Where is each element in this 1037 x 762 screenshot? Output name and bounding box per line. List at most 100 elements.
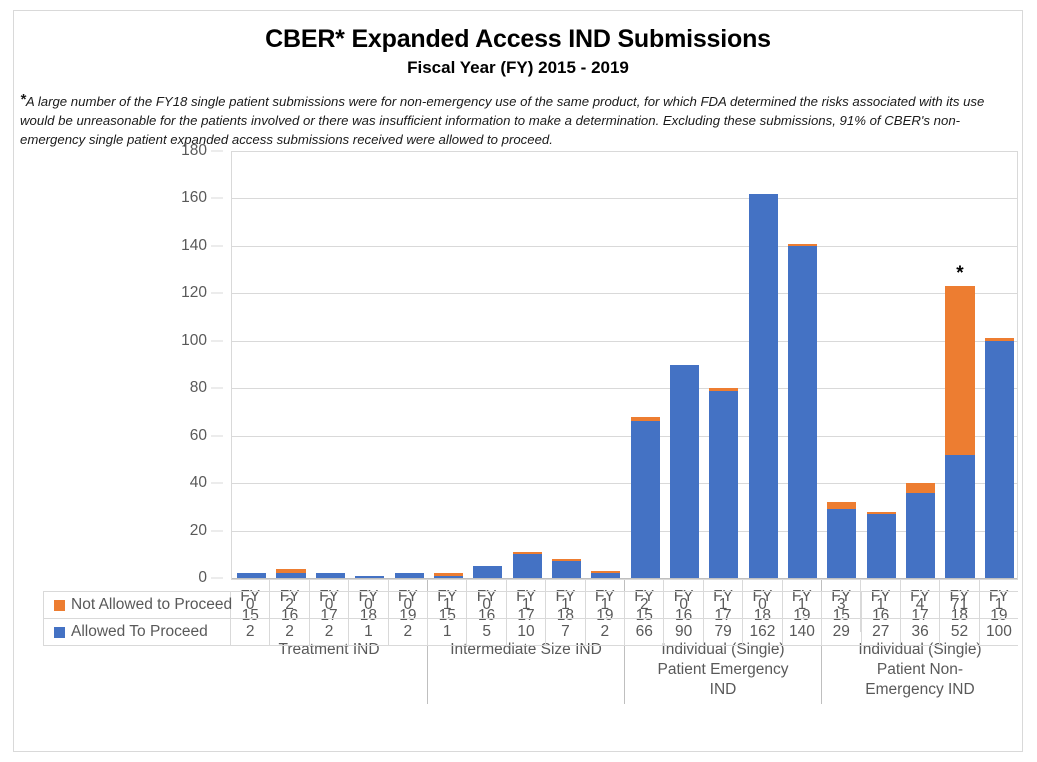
bar-segment-allowed[interactable] bbox=[315, 573, 345, 578]
table-cell: 2 bbox=[310, 619, 350, 645]
y-axis-tick-label: 0 bbox=[198, 569, 207, 586]
bar-segment-allowed[interactable] bbox=[394, 573, 424, 578]
table-cell: 1 bbox=[994, 596, 1004, 613]
bar-segment-allowed[interactable] bbox=[709, 390, 739, 578]
chart-title: CBER* Expanded Access IND Submissions bbox=[265, 25, 771, 53]
table-cell: 1 bbox=[428, 619, 468, 645]
table-cell: 2 bbox=[231, 619, 271, 645]
stacked-bar[interactable] bbox=[355, 575, 385, 578]
stacked-bar[interactable] bbox=[551, 559, 582, 578]
bar-segment-allowed[interactable] bbox=[945, 454, 975, 578]
table-cell: 0 bbox=[349, 592, 389, 618]
legend-entry[interactable]: Allowed To Proceed bbox=[43, 619, 231, 645]
y-axis-tick-label: 60 bbox=[189, 426, 207, 444]
table-cell: 0 bbox=[389, 592, 429, 618]
stacked-bar[interactable] bbox=[315, 573, 345, 578]
bar-segment-allowed[interactable] bbox=[473, 566, 503, 578]
y-axis: 0 20 40 60 80 100 120 140 160 180 bbox=[14, 142, 231, 586]
legend-label: Not Allowed to Proceed bbox=[71, 596, 233, 613]
table-cell: 79 bbox=[704, 619, 744, 645]
y-axis-tick-mark bbox=[211, 197, 223, 199]
stacked-bar[interactable] bbox=[512, 551, 542, 578]
table-row: Allowed To Proceed 2 2 2 1 2 1 5 10 7 2 66 90 79 162 14… bbox=[43, 619, 1018, 646]
y-axis-tick-label: 20 bbox=[189, 521, 207, 539]
table-cell: 140 bbox=[783, 619, 823, 645]
stacked-bar[interactable] bbox=[866, 511, 896, 578]
title-block: CBER* Expanded Access IND Submissions Fi… bbox=[14, 25, 1022, 77]
bar-segment-not-allowed[interactable] bbox=[945, 286, 975, 455]
bar-segment-allowed[interactable] bbox=[827, 509, 857, 578]
stacked-bar[interactable] bbox=[433, 573, 463, 578]
y-axis-tick-label: 140 bbox=[181, 236, 207, 254]
chart-container: CBER* Expanded Access IND Submissions Fi… bbox=[13, 10, 1023, 752]
stacked-bar[interactable] bbox=[788, 243, 818, 578]
stacked-bar[interactable] bbox=[709, 388, 739, 578]
bar-segment-not-allowed[interactable] bbox=[827, 502, 857, 510]
y-axis-tick-label: 180 bbox=[181, 142, 207, 159]
table-cell: 71 bbox=[940, 592, 980, 618]
bar-segment-allowed[interactable] bbox=[276, 573, 306, 578]
stacked-bar[interactable] bbox=[945, 286, 975, 578]
table-cell: 1 bbox=[783, 592, 823, 618]
bar-segment-allowed[interactable] bbox=[551, 561, 582, 578]
bar-segment-allowed[interactable] bbox=[866, 513, 896, 578]
category-group-label-text: Individual (Single) Patient Non-Emergenc… bbox=[858, 641, 982, 698]
y-axis-tick-mark bbox=[211, 292, 223, 294]
stacked-bar[interactable] bbox=[748, 193, 778, 578]
bar-segment-allowed[interactable] bbox=[906, 492, 936, 578]
bar-segment-allowed[interactable] bbox=[433, 575, 463, 578]
table-cell: 36 bbox=[901, 619, 941, 645]
bar-segment-allowed[interactable] bbox=[355, 575, 385, 578]
bars-layer: * bbox=[232, 151, 1017, 579]
stacked-bar[interactable] bbox=[669, 364, 700, 578]
stacked-bar[interactable] bbox=[473, 566, 503, 578]
table-cell: 0 bbox=[231, 592, 271, 618]
table-cell: 1 bbox=[586, 592, 626, 618]
footnote-text: A large number of the FY18 single patien… bbox=[20, 94, 985, 148]
stacked-bar[interactable] bbox=[394, 573, 424, 578]
stacked-bar[interactable] bbox=[906, 483, 936, 578]
bar-segment-allowed[interactable] bbox=[788, 245, 818, 578]
table-cell: 0 bbox=[310, 592, 350, 618]
table-value-cells: 0 2 0 0 0 1 0 1 1 1 2 0 1 0 1 3 1 4 71 1 bbox=[231, 592, 1018, 618]
stacked-bar[interactable] bbox=[276, 568, 306, 578]
table-cell: 66 bbox=[625, 619, 665, 645]
table-cell: 0 bbox=[664, 592, 704, 618]
legend-color-swatch-icon bbox=[54, 599, 65, 611]
bar-segment-allowed[interactable] bbox=[984, 340, 1014, 578]
bar-segment-not-allowed[interactable] bbox=[906, 483, 936, 493]
table-cell: 1 bbox=[349, 619, 389, 645]
stacked-bar[interactable] bbox=[827, 502, 857, 578]
bar-segment-allowed[interactable] bbox=[669, 364, 700, 578]
legend-entry[interactable]: Not Allowed to Proceed bbox=[43, 592, 233, 618]
legend-label: Allowed To Proceed bbox=[71, 623, 208, 640]
table-cell: 1 bbox=[428, 592, 468, 618]
bar-segment-allowed[interactable] bbox=[748, 193, 778, 578]
stacked-bar[interactable] bbox=[984, 338, 1014, 578]
table-cell: 3 bbox=[822, 592, 862, 618]
table-cell: 29 bbox=[822, 619, 862, 645]
bar-annotation-asterisk: * bbox=[956, 263, 964, 285]
table-cell: 100 bbox=[985, 623, 1012, 640]
bar-segment-allowed[interactable] bbox=[237, 573, 267, 578]
table-cell: 5 bbox=[467, 619, 507, 645]
table-cell: 1 bbox=[862, 592, 901, 618]
table-cell: 2 bbox=[270, 592, 310, 618]
y-axis-tick-label: 40 bbox=[189, 474, 207, 492]
y-axis-tick-mark bbox=[211, 530, 223, 532]
table-cell: 2 bbox=[586, 619, 626, 645]
stacked-bar[interactable] bbox=[630, 416, 660, 578]
table-cell: 90 bbox=[664, 619, 704, 645]
y-axis-tick-mark bbox=[211, 245, 223, 247]
bar-segment-allowed[interactable] bbox=[512, 554, 542, 578]
table-cell: 2 bbox=[389, 619, 429, 645]
stacked-bar[interactable] bbox=[237, 573, 267, 578]
plot-area: * bbox=[231, 151, 1018, 579]
bar-segment-allowed[interactable] bbox=[591, 573, 621, 578]
table-cell: 1 bbox=[507, 592, 547, 618]
table-cell: 10 bbox=[507, 619, 547, 645]
bar-segment-allowed[interactable] bbox=[630, 421, 660, 578]
table-cell: 4 bbox=[901, 592, 941, 618]
y-axis-tick-label: 160 bbox=[181, 189, 207, 207]
stacked-bar[interactable] bbox=[591, 570, 621, 578]
